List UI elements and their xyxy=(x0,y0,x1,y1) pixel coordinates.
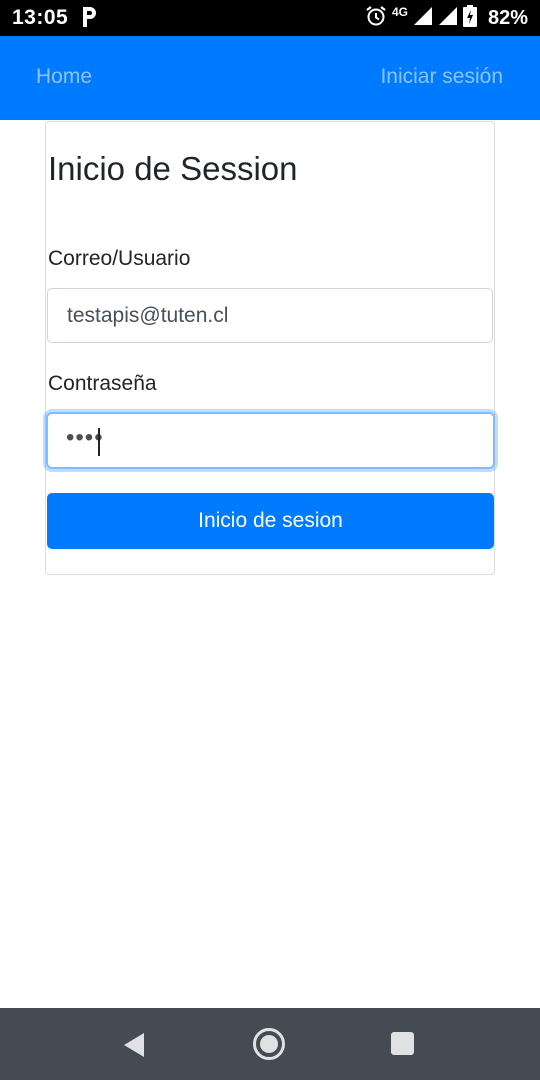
parking-icon xyxy=(80,5,98,29)
system-nav-bar xyxy=(0,1008,540,1080)
status-bar: 13:05 4G 82% xyxy=(0,0,540,36)
signal-icon xyxy=(413,6,433,31)
page-title: Inicio de Session xyxy=(48,150,298,187)
navbar: Home Iniciar sesión xyxy=(0,36,540,120)
network-label: 4G xyxy=(391,5,408,19)
recents-icon[interactable] xyxy=(391,1032,414,1055)
alarm-icon xyxy=(365,5,387,32)
signal-icon xyxy=(438,6,458,31)
password-input[interactable]: •••• xyxy=(46,412,495,469)
battery-charging-icon xyxy=(462,4,477,32)
user-input-value: testapis@tuten.cl xyxy=(67,304,229,327)
login-card: Inicio de Session Correo/Usuario testapi… xyxy=(45,121,495,575)
user-label: Correo/Usuario xyxy=(48,247,191,270)
status-icons: 4G 82% xyxy=(365,4,528,32)
nav-login-link[interactable]: Iniciar sesión xyxy=(380,65,503,89)
back-icon[interactable] xyxy=(122,1032,146,1063)
battery-percent: 82% xyxy=(487,6,528,29)
password-label: Contraseña xyxy=(48,372,157,395)
user-input[interactable]: testapis@tuten.cl xyxy=(47,288,493,343)
text-cursor xyxy=(98,428,100,456)
status-time: 13:05 xyxy=(12,6,69,29)
home-icon[interactable] xyxy=(252,1027,286,1066)
nav-home-link[interactable]: Home xyxy=(36,65,92,89)
login-button[interactable]: Inicio de sesion xyxy=(47,493,494,549)
